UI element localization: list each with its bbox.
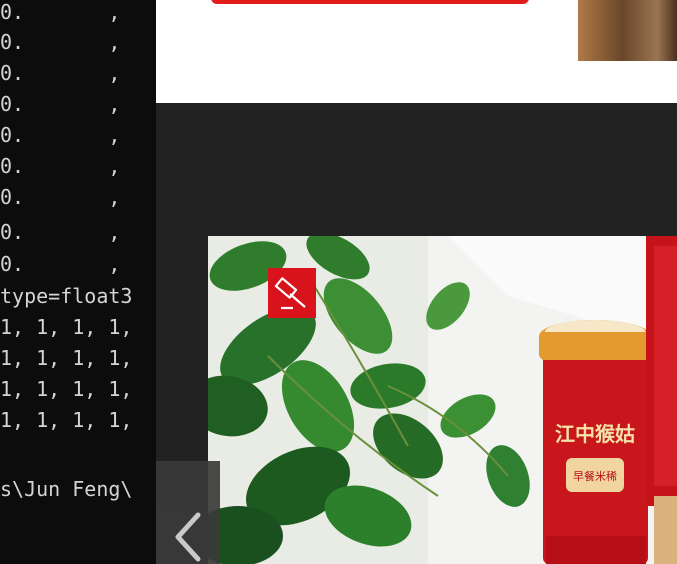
- terminal-panel: 0. , 0. , 0. , 0. , 0. , 0. , 0. , 0. , …: [0, 0, 156, 564]
- chevron-left-icon: [175, 512, 201, 562]
- thumbnail-image[interactable]: [578, 0, 677, 61]
- terminal-line: 1, 1, 1, 1,: [0, 408, 133, 432]
- terminal-line: 1, 1, 1, 1,: [0, 377, 133, 401]
- terminal-line: 0. ,: [0, 30, 121, 54]
- cup-brand-text: 江中猴姑: [555, 422, 635, 446]
- terminal-line: 0. ,: [0, 185, 121, 209]
- browser-content: 江中猴姑 早餐米稀: [156, 0, 677, 564]
- terminal-line: s\Jun Feng\: [0, 477, 133, 501]
- terminal-line: 1, 1, 1, 1,: [0, 346, 133, 370]
- terminal-line: 0. ,: [0, 252, 121, 276]
- red-button-edge[interactable]: [211, 0, 529, 4]
- terminal-line: 0. ,: [0, 61, 121, 85]
- terminal-line: 0. ,: [0, 0, 121, 24]
- terminal-line: 0. ,: [0, 92, 121, 116]
- gavel-icon: [268, 268, 316, 318]
- terminal-line: type=float3: [0, 284, 133, 308]
- page-header-area: [156, 0, 677, 103]
- terminal-line: 0. ,: [0, 123, 121, 147]
- previous-image-button[interactable]: [156, 461, 220, 564]
- cup-sub-text: 早餐米稀: [573, 469, 617, 483]
- terminal-line: 0. ,: [0, 154, 121, 178]
- terminal-line: 1, 1, 1, 1,: [0, 315, 133, 339]
- terminal-line: 0. ,: [0, 220, 121, 244]
